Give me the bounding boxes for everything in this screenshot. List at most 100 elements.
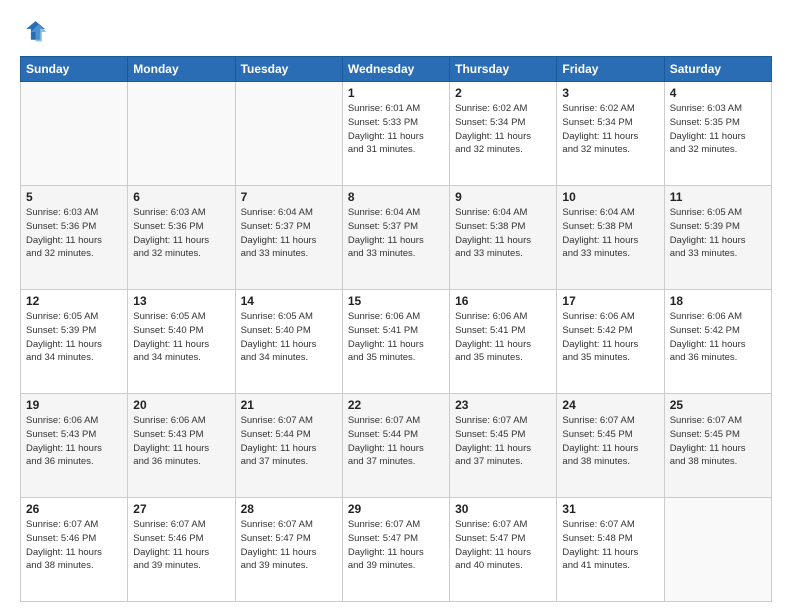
calendar-day-header: Thursday: [450, 57, 557, 82]
day-info: Sunrise: 6:03 AM Sunset: 5:36 PM Dayligh…: [133, 206, 229, 261]
day-number: 21: [241, 398, 337, 412]
page: SundayMondayTuesdayWednesdayThursdayFrid…: [0, 0, 792, 612]
day-number: 1: [348, 86, 444, 100]
calendar-cell: 13Sunrise: 6:05 AM Sunset: 5:40 PM Dayli…: [128, 290, 235, 394]
calendar-cell: 23 Sunrise: 6:07 AM Sunset: 5:45 PM Dayli…: [450, 394, 557, 498]
day-number: 24: [562, 398, 658, 412]
calendar-cell: 21Sunrise: 6:07 AM Sunset: 5:44 PM Dayli…: [235, 394, 342, 498]
calendar-header-row: SundayMondayTuesdayWednesdayThursdayFrid…: [21, 57, 772, 82]
calendar-cell: 20 Sunrise: 6:06 AM Sunset: 5:43 PM Dayli…: [128, 394, 235, 498]
day-info: Sunrise: 6:05 AM Sunset: 5:39 PM Dayligh…: [26, 310, 122, 365]
calendar-day-header: Saturday: [664, 57, 771, 82]
calendar-cell: [235, 82, 342, 186]
day-number: 25: [670, 398, 766, 412]
day-number: 2: [455, 86, 551, 100]
day-number: 31: [562, 502, 658, 516]
header: [20, 18, 772, 46]
day-number: 17: [562, 294, 658, 308]
day-number: 11: [670, 190, 766, 204]
day-info: Sunrise: 6:07 AM Sunset: 5:47 PM Dayligh…: [241, 518, 337, 573]
day-info: Sunrise: 6:04 AM Sunset: 5:38 PM Dayligh…: [562, 206, 658, 261]
day-info: Sunrise: 6:04 AM Sunset: 5:37 PM Dayligh…: [348, 206, 444, 261]
calendar-cell: 11 Sunrise: 6:05 AM Sunset: 5:39 PM Dayli…: [664, 186, 771, 290]
calendar-cell: 19 Sunrise: 6:06 AM Sunset: 5:43 PM Dayli…: [21, 394, 128, 498]
day-number: 26: [26, 502, 122, 516]
day-info: Sunrise: 6:03 AM Sunset: 5:36 PM Dayligh…: [26, 206, 122, 261]
day-number: 19: [26, 398, 122, 412]
calendar-cell: 3 Sunrise: 6:02 AM Sunset: 5:34 PM Daylig…: [557, 82, 664, 186]
calendar-day-header: Wednesday: [342, 57, 449, 82]
logo-icon: [20, 18, 48, 46]
calendar-table: SundayMondayTuesdayWednesdayThursdayFrid…: [20, 56, 772, 602]
logo: [20, 18, 52, 46]
day-number: 7: [241, 190, 337, 204]
day-number: 29: [348, 502, 444, 516]
day-number: 3: [562, 86, 658, 100]
day-number: 23: [455, 398, 551, 412]
calendar-day-header: Friday: [557, 57, 664, 82]
calendar-day-header: Monday: [128, 57, 235, 82]
calendar-cell: 29 Sunrise: 6:07 AM Sunset: 5:47 PM Dayli…: [342, 498, 449, 602]
calendar-cell: 22 Sunrise: 6:07 AM Sunset: 5:44 PM Dayli…: [342, 394, 449, 498]
calendar-cell: 28 Sunrise: 6:07 AM Sunset: 5:47 PM Dayli…: [235, 498, 342, 602]
day-number: 5: [26, 190, 122, 204]
day-info: Sunrise: 6:01 AM Sunset: 5:33 PM Dayligh…: [348, 102, 444, 157]
day-info: Sunrise: 6:04 AM Sunset: 5:38 PM Dayligh…: [455, 206, 551, 261]
calendar-cell: 8 Sunrise: 6:04 AM Sunset: 5:37 PM Daylig…: [342, 186, 449, 290]
calendar-day-header: Sunday: [21, 57, 128, 82]
calendar-cell: 24 Sunrise: 6:07 AM Sunset: 5:45 PM Dayli…: [557, 394, 664, 498]
day-number: 16: [455, 294, 551, 308]
calendar-cell: 9 Sunrise: 6:04 AM Sunset: 5:38 PM Daylig…: [450, 186, 557, 290]
day-info: Sunrise: 6:05 AM Sunset: 5:39 PM Dayligh…: [670, 206, 766, 261]
day-number: 30: [455, 502, 551, 516]
calendar-cell: 4 Sunrise: 6:03 AM Sunset: 5:35 PM Daylig…: [664, 82, 771, 186]
day-number: 20: [133, 398, 229, 412]
calendar-week-row: 5 Sunrise: 6:03 AM Sunset: 5:36 PM Daylig…: [21, 186, 772, 290]
day-info: Sunrise: 6:06 AM Sunset: 5:43 PM Dayligh…: [26, 414, 122, 469]
calendar-cell: 25 Sunrise: 6:07 AM Sunset: 5:45 PM Dayli…: [664, 394, 771, 498]
day-info: Sunrise: 6:06 AM Sunset: 5:43 PM Dayligh…: [133, 414, 229, 469]
day-info: Sunrise: 6:07 AM Sunset: 5:45 PM Dayligh…: [562, 414, 658, 469]
day-number: 14: [241, 294, 337, 308]
day-info: Sunrise: 6:07 AM Sunset: 5:45 PM Dayligh…: [455, 414, 551, 469]
day-info: Sunrise: 6:06 AM Sunset: 5:42 PM Dayligh…: [670, 310, 766, 365]
day-number: 15: [348, 294, 444, 308]
day-number: 28: [241, 502, 337, 516]
calendar-day-header: Tuesday: [235, 57, 342, 82]
day-number: 27: [133, 502, 229, 516]
day-number: 18: [670, 294, 766, 308]
day-info: Sunrise: 6:07 AM Sunset: 5:47 PM Dayligh…: [348, 518, 444, 573]
calendar-cell: [21, 82, 128, 186]
calendar-cell: [128, 82, 235, 186]
calendar-cell: 1 Sunrise: 6:01 AM Sunset: 5:33 PM Daylig…: [342, 82, 449, 186]
day-info: Sunrise: 6:07 AM Sunset: 5:44 PM Dayligh…: [348, 414, 444, 469]
calendar-cell: 6 Sunrise: 6:03 AM Sunset: 5:36 PM Daylig…: [128, 186, 235, 290]
day-info: Sunrise: 6:07 AM Sunset: 5:47 PM Dayligh…: [455, 518, 551, 573]
day-info: Sunrise: 6:07 AM Sunset: 5:46 PM Dayligh…: [133, 518, 229, 573]
calendar-cell: 14Sunrise: 6:05 AM Sunset: 5:40 PM Dayli…: [235, 290, 342, 394]
calendar-cell: 10Sunrise: 6:04 AM Sunset: 5:38 PM Dayli…: [557, 186, 664, 290]
day-number: 4: [670, 86, 766, 100]
day-number: 8: [348, 190, 444, 204]
day-info: Sunrise: 6:02 AM Sunset: 5:34 PM Dayligh…: [562, 102, 658, 157]
day-info: Sunrise: 6:03 AM Sunset: 5:35 PM Dayligh…: [670, 102, 766, 157]
calendar-cell: 5 Sunrise: 6:03 AM Sunset: 5:36 PM Daylig…: [21, 186, 128, 290]
calendar-week-row: 26 Sunrise: 6:07 AM Sunset: 5:46 PM Dayli…: [21, 498, 772, 602]
day-info: Sunrise: 6:07 AM Sunset: 5:45 PM Dayligh…: [670, 414, 766, 469]
day-info: Sunrise: 6:06 AM Sunset: 5:42 PM Dayligh…: [562, 310, 658, 365]
day-number: 12: [26, 294, 122, 308]
calendar-cell: [664, 498, 771, 602]
calendar-cell: 2 Sunrise: 6:02 AM Sunset: 5:34 PM Daylig…: [450, 82, 557, 186]
calendar-week-row: 1 Sunrise: 6:01 AM Sunset: 5:33 PM Daylig…: [21, 82, 772, 186]
day-info: Sunrise: 6:02 AM Sunset: 5:34 PM Dayligh…: [455, 102, 551, 157]
calendar-cell: 18 Sunrise: 6:06 AM Sunset: 5:42 PM Dayli…: [664, 290, 771, 394]
day-number: 9: [455, 190, 551, 204]
calendar-cell: 7Sunrise: 6:04 AM Sunset: 5:37 PM Daylig…: [235, 186, 342, 290]
day-number: 13: [133, 294, 229, 308]
day-info: Sunrise: 6:07 AM Sunset: 5:46 PM Dayligh…: [26, 518, 122, 573]
day-number: 22: [348, 398, 444, 412]
calendar-cell: 16Sunrise: 6:06 AM Sunset: 5:41 PM Dayli…: [450, 290, 557, 394]
day-number: 6: [133, 190, 229, 204]
day-info: Sunrise: 6:06 AM Sunset: 5:41 PM Dayligh…: [348, 310, 444, 365]
calendar-cell: 12 Sunrise: 6:05 AM Sunset: 5:39 PM Dayli…: [21, 290, 128, 394]
